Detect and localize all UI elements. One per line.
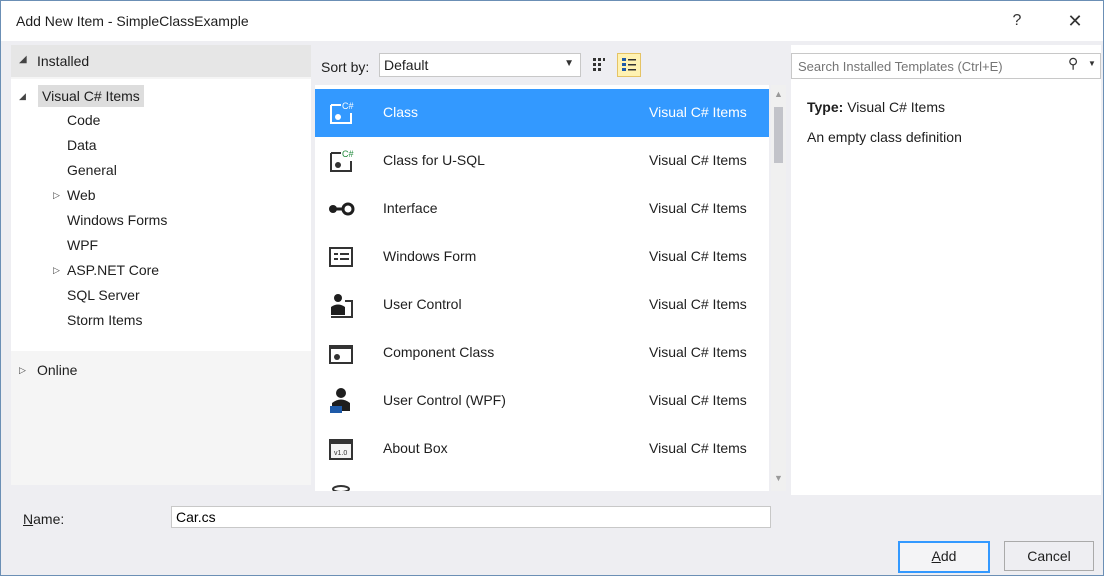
class-icon: C# [330, 101, 354, 124]
user-control-wpf-icon [330, 388, 350, 413]
template-row-class[interactable]: C# Class Visual C# Items [315, 89, 769, 137]
sort-dropdown[interactable]: Default ▼ [379, 53, 581, 77]
list-view-icon [622, 58, 636, 71]
sort-value: Default [384, 57, 429, 73]
template-row-class-usql[interactable]: C# Class for U-SQL Visual C# Items [315, 137, 769, 185]
tree-item-windows-forms[interactable]: Windows Forms [67, 209, 167, 231]
tree-item-storm-items[interactable]: Storm Items [67, 309, 142, 331]
template-category: Visual C# Items [649, 392, 747, 408]
name-label-mnemonic: N [23, 511, 34, 527]
chevron-down-icon[interactable]: ▼ [1088, 59, 1096, 68]
name-input[interactable] [171, 506, 771, 528]
online-section[interactable]: ▷ Online [11, 357, 311, 383]
template-row-component-class[interactable]: Component Class Visual C# Items [315, 329, 769, 377]
about-box-icon: v1.0 [329, 439, 353, 460]
tree-item-visual-csharp[interactable]: Visual C# Items [38, 85, 144, 107]
category-pane: ◢ Installed ◢ Visual C# Items Code Data … [11, 45, 311, 485]
template-category: Visual C# Items [649, 248, 747, 264]
template-category: Visual C# Items [649, 440, 747, 456]
template-row-user-control-wpf[interactable]: User Control (WPF) Visual C# Items [315, 377, 769, 425]
template-row-windows-form[interactable]: Windows Form Visual C# Items [315, 233, 769, 281]
template-category: Visual C# Items [649, 200, 747, 216]
template-name: User Control (WPF) [383, 392, 506, 408]
template-name: Interface [383, 200, 438, 216]
template-category: Visual C# Items [649, 296, 747, 312]
template-row-about-box[interactable]: v1.0 About Box Visual C# Items [315, 425, 769, 473]
template-name: User Control [383, 296, 462, 312]
installed-label: Installed [37, 53, 90, 69]
add-button[interactable]: Add [898, 541, 990, 573]
close-button[interactable]: ✕ [1055, 7, 1095, 35]
interface-icon [329, 202, 355, 216]
template-row-interface[interactable]: Interface Visual C# Items [315, 185, 769, 233]
chevron-down-icon: ▼ [564, 58, 574, 69]
template-category: Visual C# Items [649, 104, 747, 120]
template-name: Class [383, 104, 419, 120]
template-name: Component Class [383, 344, 495, 360]
tree-item-code[interactable]: Code [67, 109, 100, 131]
cancel-button[interactable]: Cancel [1004, 541, 1094, 571]
svg-text:C#: C# [342, 101, 354, 111]
tree-item-aspnet-core[interactable]: ASP.NET Core [67, 259, 159, 281]
svg-text:C#: C# [342, 149, 354, 159]
svg-text:v1.0: v1.0 [334, 450, 347, 457]
tree-item-data[interactable]: Data [67, 134, 97, 156]
template-scrollbar[interactable]: ▲ ▼ [771, 85, 786, 491]
class-usql-icon: C# [330, 149, 354, 172]
expanded-arrow-icon[interactable]: ◢ [19, 85, 26, 107]
template-name: Class for U-SQL [383, 152, 485, 168]
list-view-button[interactable] [617, 53, 641, 77]
collapsed-arrow-icon[interactable]: ▷ [53, 259, 60, 281]
details-pane: ⚲ ▼ Type: Visual C# Items An empty class… [791, 45, 1101, 495]
scroll-up-icon[interactable]: ▲ [774, 89, 783, 99]
type-label: Type: [807, 99, 844, 115]
dialog-title: Add New Item - SimpleClassExample [16, 13, 249, 29]
template-pane: Sort by: Default ▼ C# Class Visual C# It… [315, 45, 786, 495]
add-label-rest: dd [940, 548, 957, 564]
category-tree: ◢ Visual C# Items Code Data General ▷ We… [11, 79, 311, 351]
type-line: Type: Visual C# Items [807, 99, 945, 115]
help-button[interactable]: ? [997, 7, 1037, 35]
template-category: Visual C# Items [649, 344, 747, 360]
search-icon[interactable]: ⚲ [1068, 55, 1078, 72]
template-list: C# Class Visual C# Items C# Class for U-… [315, 85, 769, 491]
windows-form-icon [329, 247, 353, 267]
scroll-down-icon[interactable]: ▼ [774, 473, 783, 483]
tree-item-wpf[interactable]: WPF [67, 234, 98, 256]
grid-view-icon [593, 58, 605, 71]
search-box[interactable]: ⚲ ▼ [791, 53, 1101, 79]
collapse-arrow-icon: ◢ [19, 54, 27, 65]
small-icons-view-button[interactable] [587, 53, 609, 75]
template-description: An empty class definition [807, 129, 962, 145]
type-value: Visual C# Items [847, 99, 945, 115]
add-mnemonic: A [931, 548, 941, 564]
tree-item-web[interactable]: Web [67, 184, 96, 206]
template-name: Windows Form [383, 248, 477, 264]
template-category: Visual C# Items [649, 152, 747, 168]
name-label-rest: ame: [33, 511, 65, 527]
collapsed-arrow-icon[interactable]: ▷ [53, 184, 60, 206]
sort-toolbar: Sort by: Default ▼ [315, 45, 786, 83]
name-label: Name: [23, 511, 64, 527]
add-new-item-dialog: Add New Item - SimpleClassExample ? ✕ ◢ … [0, 0, 1104, 576]
sort-label: Sort by: [321, 59, 370, 75]
template-name: About Box [383, 440, 448, 456]
user-control-icon [331, 294, 353, 318]
database-icon [332, 485, 350, 491]
tree-item-general[interactable]: General [67, 159, 117, 181]
title-bar: Add New Item - SimpleClassExample ? ✕ [1, 1, 1103, 41]
collapsed-arrow-icon: ▷ [19, 365, 26, 375]
template-row-partial[interactable] [315, 473, 769, 491]
name-bar: Name: [1, 497, 1103, 537]
search-input[interactable] [796, 56, 1060, 76]
tree-item-sql-server[interactable]: SQL Server [67, 284, 140, 306]
template-row-user-control[interactable]: User Control Visual C# Items [315, 281, 769, 329]
scroll-thumb[interactable] [774, 107, 783, 163]
installed-header[interactable]: ◢ Installed [11, 45, 311, 77]
component-class-icon [329, 345, 353, 364]
online-label: Online [37, 362, 78, 378]
